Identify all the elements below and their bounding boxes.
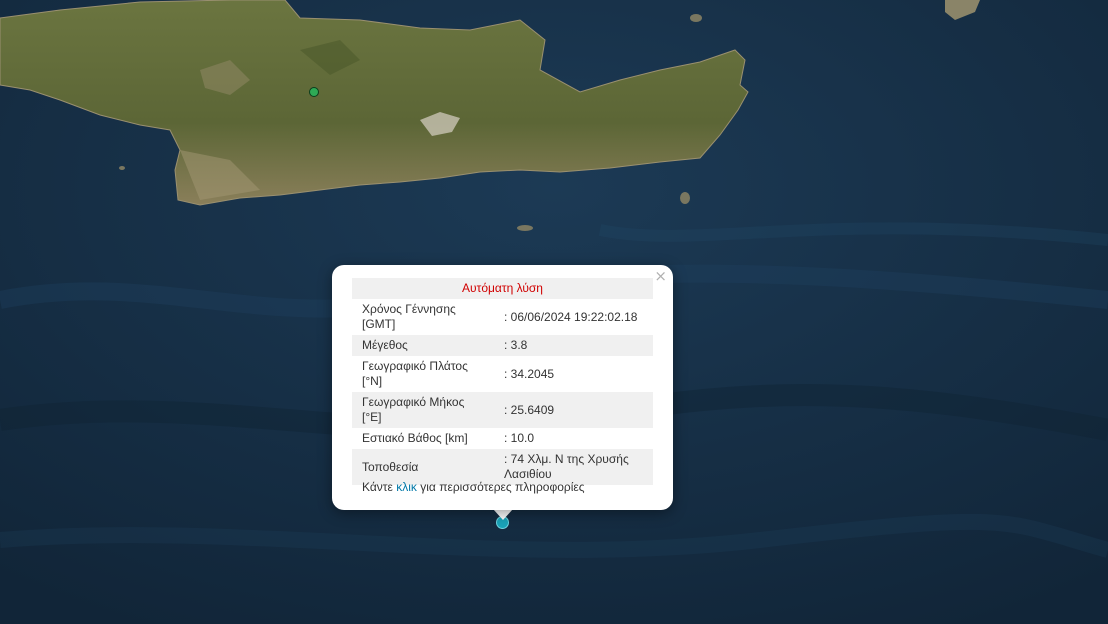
table-row: Χρόνος Γέννησης [GMT] : 06/06/2024 19:22…: [352, 299, 653, 335]
earthquake-popup: × Αυτόματη λύση Χρόνος Γέννησης [GMT] : …: [332, 265, 673, 510]
row-value: : 34.2045: [504, 366, 555, 381]
footer-suffix: για περισσότερες πληροφορίες: [420, 480, 585, 494]
table-row: Γεωγραφικό Μήκος [°E] : 25.6409: [352, 392, 653, 428]
earthquake-info-table: Αυτόματη λύση Χρόνος Γέννησης [GMT] : 06…: [352, 278, 653, 485]
table-row: Εστιακό Βάθος [km] : 10.0: [352, 428, 653, 449]
close-icon[interactable]: ×: [654, 267, 667, 285]
row-label: Χρόνος Γέννησης [GMT]: [362, 302, 456, 331]
row-value: : 10.0: [504, 431, 535, 445]
popup-tip: [493, 509, 513, 520]
popup-footer: Κάντε κλικ για περισσότερες πληροφορίες: [362, 480, 585, 494]
row-label: Μέγεθος: [352, 335, 484, 356]
table-row: Μέγεθος : 3.8: [352, 335, 653, 356]
row-label: Γεωγραφικό Πλάτος [°N]: [362, 359, 468, 388]
row-value: : 25.6409: [484, 392, 653, 428]
footer-prefix: Κάντε: [362, 480, 393, 494]
table-row: Γεωγραφικό Πλάτος [°N] : 34.2045: [352, 356, 653, 392]
popup-title: Αυτόματη λύση: [352, 278, 653, 299]
table-row: Αυτόματη λύση: [352, 278, 653, 299]
row-label: Εστιακό Βάθος [km]: [362, 431, 468, 445]
row-value: : 06/06/2024 19:22:02.18: [504, 309, 638, 324]
station-marker[interactable]: [309, 87, 319, 97]
row-value: : 3.8: [484, 335, 653, 356]
row-label: Γεωγραφικό Μήκος [°E]: [352, 392, 484, 428]
more-info-link[interactable]: κλικ: [396, 480, 417, 494]
